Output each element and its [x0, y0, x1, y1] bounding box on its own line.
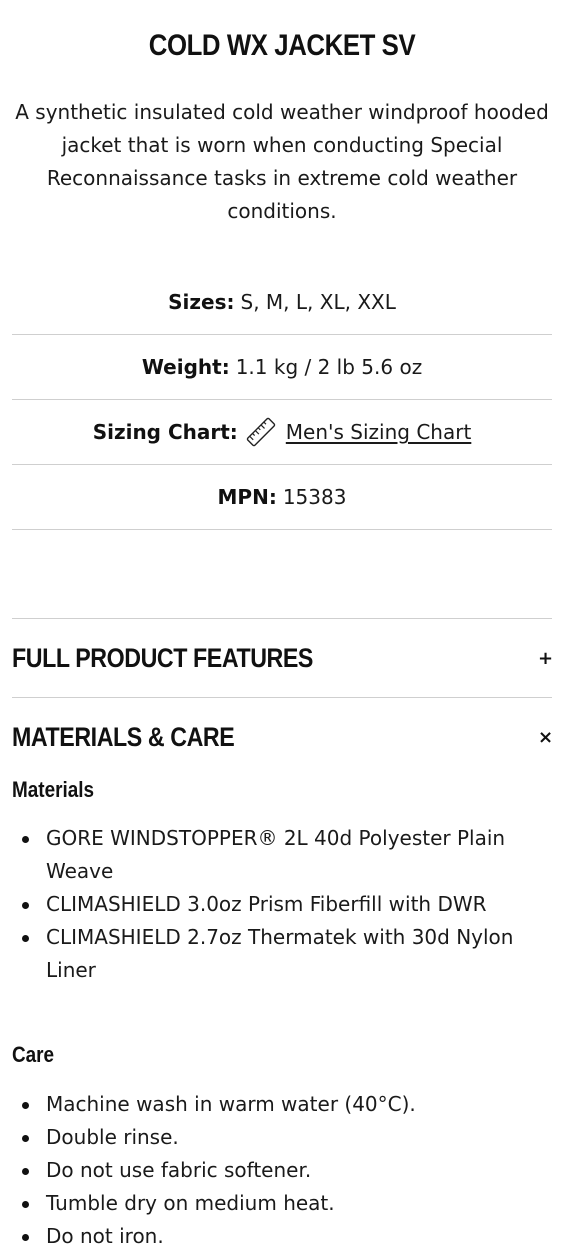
spec-sizes: Sizes: S, M, L, XL, XXL — [12, 270, 552, 335]
list-item: CLIMASHIELD 3.0oz Prism Fiberfill with D… — [12, 888, 552, 921]
ruler-icon — [244, 414, 280, 450]
features-title: FULL PRODUCT FEATURES — [12, 642, 313, 673]
mpn-label: MPN: — [217, 485, 277, 509]
materials-heading: Materials — [12, 777, 95, 802]
materials-care-title: MATERIALS & CARE — [12, 721, 235, 752]
list-item: Do not iron. — [12, 1220, 552, 1253]
list-item: GORE WINDSTOPPER® 2L 40d Polyester Plain… — [12, 822, 552, 888]
collapse-close-icon[interactable]: × — [538, 727, 553, 748]
sizes-label: Sizes: — [168, 290, 235, 314]
expand-plus-icon[interactable]: + — [538, 648, 553, 669]
sizing-chart-link[interactable]: Men's Sizing Chart — [286, 420, 472, 444]
weight-value: 1.1 kg / 2 lb 5.6 oz — [235, 355, 423, 379]
weight-label: Weight: — [141, 355, 230, 379]
spec-weight: Weight: 1.1 kg / 2 lb 5.6 oz — [12, 335, 552, 400]
list-item: Do not use fabric softener. — [12, 1154, 552, 1187]
care-heading: Care — [12, 1042, 55, 1067]
accordion-header-materials[interactable]: MATERIALS & CARE × — [12, 697, 553, 776]
accordion-materials-care: MATERIALS & CARE × Materials GORE WINDST… — [12, 697, 553, 1248]
product-specs: Sizes: S, M, L, XL, XXL Weight: 1.1 kg /… — [12, 270, 552, 530]
sizing-chart-label: Sizing Chart: — [92, 420, 238, 444]
materials-list: GORE WINDSTOPPER® 2L 40d Polyester Plain… — [12, 822, 552, 987]
list-item: Double rinse. — [12, 1121, 552, 1154]
product-description: A synthetic insulated cold weather windp… — [15, 100, 549, 223]
product-title: COLD WX JACKET SV — [148, 29, 416, 62]
care-list: Machine wash in warm water (40°C). Doubl… — [12, 1088, 552, 1253]
spec-sizing-chart: Sizing Chart: Men's Sizing Chart — [12, 400, 552, 465]
mpn-value: 15383 — [282, 485, 347, 509]
accordion-header-features[interactable]: FULL PRODUCT FEATURES + — [12, 618, 553, 697]
sizes-value: S, M, L, XL, XXL — [240, 290, 396, 314]
spec-mpn: MPN: 15383 — [12, 465, 552, 530]
list-item: Machine wash in warm water (40°C). — [12, 1088, 552, 1121]
accordion-full-product-features: FULL PRODUCT FEATURES + — [12, 618, 553, 697]
list-item: Tumble dry on medium heat. — [12, 1187, 552, 1220]
list-item: CLIMASHIELD 2.7oz Thermatek with 30d Nyl… — [12, 921, 552, 987]
